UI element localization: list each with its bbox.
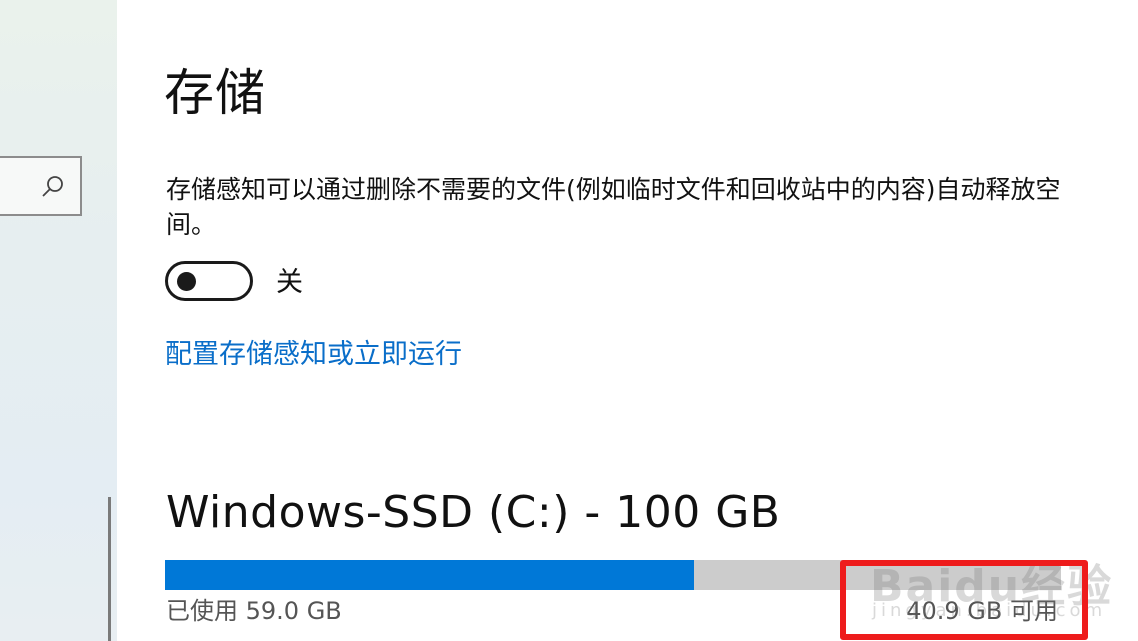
drive-used-label: 已使用 59.0 GB bbox=[166, 597, 342, 625]
drive-title: Windows-SSD (C:) - 100 GB bbox=[166, 487, 781, 538]
storage-sense-toggle[interactable] bbox=[165, 261, 253, 301]
drive-usage-fill bbox=[165, 560, 694, 590]
storage-sense-description: 存储感知可以通过删除不需要的文件(例如临时文件和回收站中的内容)自动释放空间。 bbox=[166, 175, 1061, 239]
highlight-annotation-box bbox=[840, 560, 1088, 640]
configure-storage-sense-link[interactable]: 配置存储感知或立即运行 bbox=[165, 336, 462, 374]
settings-window: 存储 存储感知可以通过删除不需要的文件(例如临时文件和回收站中的内容)自动释放空… bbox=[0, 0, 1138, 641]
page-title: 存储 bbox=[164, 64, 266, 122]
search-input[interactable] bbox=[0, 156, 82, 216]
toggle-state-label: 关 bbox=[276, 267, 303, 298]
sidebar-scrollbar[interactable] bbox=[108, 497, 111, 641]
search-icon[interactable] bbox=[40, 174, 66, 200]
sidebar bbox=[0, 0, 117, 641]
toggle-knob bbox=[177, 272, 196, 291]
